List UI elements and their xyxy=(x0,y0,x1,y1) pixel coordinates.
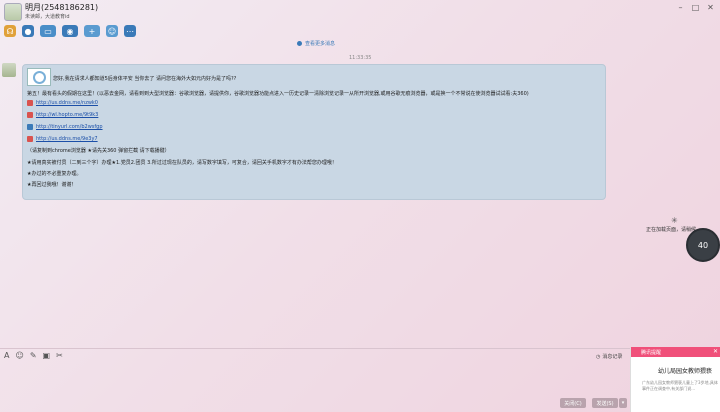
group-icon[interactable]: ☺ xyxy=(106,25,118,37)
notification-popup[interactable]: 腾讯提醒 ✕ 幼儿局园女教师猥亵 广东幼儿园女教师猥亵儿童上了3岁地,具体事件正… xyxy=(630,347,720,412)
message-tail-2: ★请用真实被付员（二到三个字）办理★1.党员2.团员 3.所过过现在队员的，请写… xyxy=(27,160,337,166)
more-icon[interactable]: ⋯ xyxy=(124,25,136,37)
link[interactable]: http://us.ddns.me/nzwk0 xyxy=(36,100,98,106)
message-tail-3: ★办过的不必重复办理。 xyxy=(27,171,82,177)
image-thumbnail[interactable] xyxy=(27,68,51,86)
message-tail-4: ★再回过我哦！谢谢！ xyxy=(27,182,77,188)
shield-icon xyxy=(27,124,33,130)
history-icon xyxy=(297,41,302,46)
history-label: 消息记录 xyxy=(602,354,623,360)
link[interactable]: http://wl.hopto.me/9t9k3 xyxy=(36,112,98,118)
message-line-2: 第五！最有看头的假期在这里！(以恶去金网，请看到到大型浏览器：谷歌浏览器，请提供… xyxy=(27,91,529,97)
link-item[interactable]: http://wl.hopto.me/9t9k3 xyxy=(27,112,98,118)
view-more-label: 查看更多消息 xyxy=(305,41,336,47)
link[interactable]: http://us.ddns.me/9e3y7 xyxy=(36,136,98,142)
message-line-1: 您好,我在请求人都知道5后身体平安 当你去了 请问您在海外大如元内好为是了吗?? xyxy=(53,76,237,82)
input-toolbar: A ☺ ✎ ▣ ✂ xyxy=(4,351,63,360)
popup-title: 幼儿局园女教师猥亵 xyxy=(658,368,713,375)
popup-header: 腾讯提醒 ✕ xyxy=(631,347,720,357)
close-icon[interactable]: ✕ xyxy=(705,3,716,12)
contact-avatar[interactable] xyxy=(4,3,22,21)
link-item[interactable]: http://us.ddns.me/nzwk0 xyxy=(27,100,98,106)
video-icon[interactable]: ● xyxy=(22,25,34,37)
image-icon[interactable]: ▣ xyxy=(43,351,51,360)
chat-toolbar: ☊ ● ▭ ◉ + ☺ ⋯ xyxy=(4,24,136,38)
maximize-icon[interactable]: □ xyxy=(690,3,701,12)
edit-icon[interactable]: ✎ xyxy=(30,351,37,360)
send-options-button[interactable]: ▾ xyxy=(619,398,627,408)
link-item[interactable]: http://tinyurl.com/b2wsfgp xyxy=(27,124,103,130)
input-divider xyxy=(0,348,630,349)
view-more-link[interactable]: 查看更多消息 xyxy=(297,40,335,47)
message-timestamp: 11:33:35 xyxy=(349,55,372,61)
send-button[interactable]: 发送(S) xyxy=(592,398,618,408)
speed-gauge[interactable]: 40 xyxy=(686,228,720,262)
voice-icon[interactable]: ☊ xyxy=(4,25,16,37)
message-tail-1: （请复制到chrome浏览器 ★请先关360 弹窗拦截 请下载播键） xyxy=(27,148,170,154)
popup-body: 广东幼儿园女教师猥亵儿童上了3岁地,具体事件正在调查中,有关部门说... xyxy=(642,380,718,391)
clock-icon: ◷ xyxy=(596,353,601,360)
link-item[interactable]: http://us.ddns.me/9e3y7 xyxy=(27,136,98,142)
minimize-icon[interactable]: – xyxy=(675,3,686,12)
message-bubble: 您好,我在请求人都知道5后身体平安 当你去了 请问您在海外大如元内好为是了吗??… xyxy=(22,64,606,200)
font-icon[interactable]: A xyxy=(4,351,9,360)
window-controls: – □ ✕ xyxy=(675,3,716,12)
close-button[interactable]: 关闭(C) xyxy=(560,398,586,408)
message-history-button[interactable]: ◷ 消息记录 xyxy=(596,353,623,361)
shield-icon xyxy=(27,136,33,142)
title-bar: 明月(2548186281) 未读邮，大道教育id – □ ✕ xyxy=(0,0,720,22)
logo-icon xyxy=(32,70,46,84)
loading-spinner-icon: ✳ xyxy=(671,216,678,225)
link[interactable]: http://tinyurl.com/b2wsfgp xyxy=(36,124,103,130)
screenshot-icon[interactable]: ✂ xyxy=(56,351,63,360)
popup-header-label: 腾讯提醒 xyxy=(641,349,662,356)
shield-icon xyxy=(27,112,33,118)
close-icon[interactable]: ✕ xyxy=(713,348,718,355)
folder-icon[interactable]: ▭ xyxy=(40,25,56,37)
window-title: 明月(2548186281) xyxy=(25,3,99,12)
contact-signature: 未读邮，大道教育id xyxy=(25,14,70,20)
gauge-value: 40 xyxy=(697,240,709,250)
shield-icon xyxy=(27,100,33,106)
sender-avatar[interactable] xyxy=(2,63,16,77)
emoji-icon[interactable]: ☺ xyxy=(15,351,23,360)
remote-icon[interactable]: ◉ xyxy=(62,25,78,37)
add-contact-icon[interactable]: + xyxy=(84,25,100,37)
